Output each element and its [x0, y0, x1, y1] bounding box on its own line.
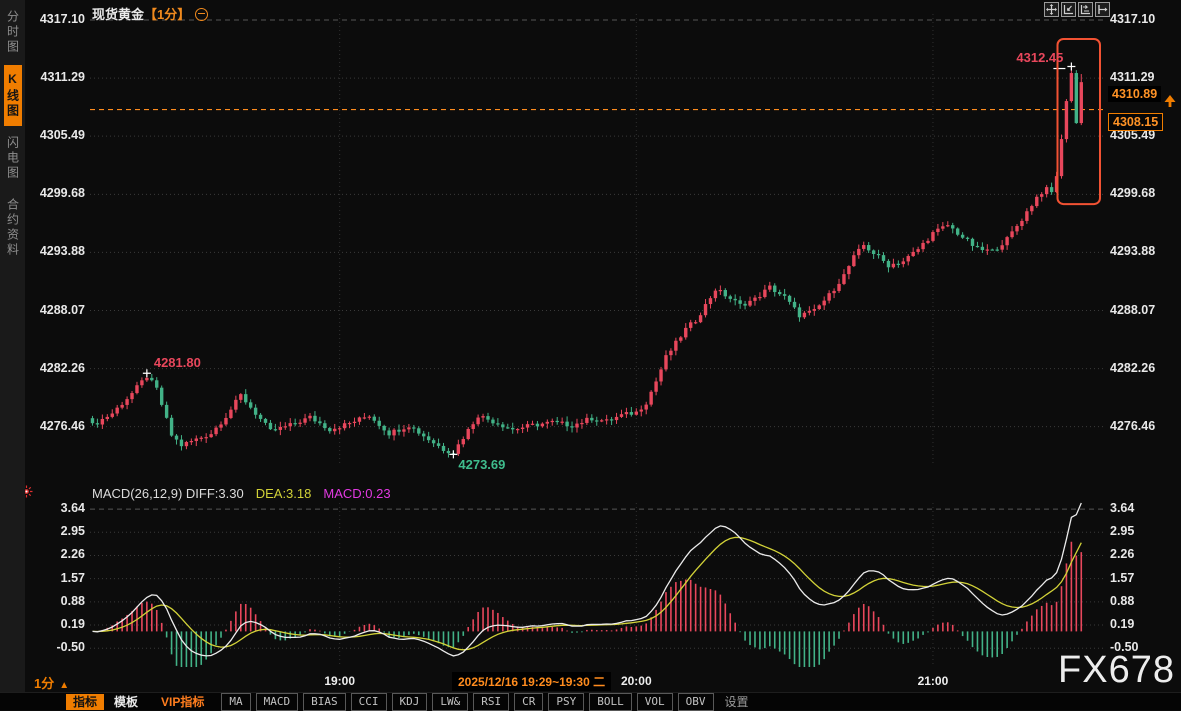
toolbar-item-LW&[interactable]: LW& [432, 693, 468, 711]
sidebar-item-闪电图[interactable]: 闪电图 [4, 129, 22, 188]
price-tick-left: 4299.68 [25, 186, 85, 200]
macd-hist-value: MACD:0.23 [323, 486, 390, 501]
price-tick-right: 4288.07 [1110, 303, 1155, 317]
sidebar-item-合约资料[interactable]: 合约资料 [4, 191, 22, 265]
jump-to-latest-icon[interactable] [1095, 2, 1110, 17]
toolbar-item-MACD[interactable]: MACD [256, 693, 299, 711]
macd-tick-right: 3.64 [1110, 501, 1134, 515]
toolbar-item-PSY[interactable]: PSY [548, 693, 584, 711]
time-tick: 21:00 [918, 674, 949, 688]
crosshair-time-tooltip: 2025/12/16 19:29~19:30 二 [452, 672, 611, 691]
macd-tick-right: 2.95 [1110, 524, 1134, 538]
toolbar-item-CCI[interactable]: CCI [351, 693, 387, 711]
move-icon[interactable] [1044, 2, 1059, 17]
price-marker-label: 4273.69 [458, 457, 505, 472]
toolbar-item-BOLL[interactable]: BOLL [589, 693, 632, 711]
price-tick-right: 4299.68 [1110, 186, 1155, 200]
triangle-up-icon: ▲ [59, 680, 69, 691]
price-up-arrow-icon [1164, 95, 1176, 113]
macd-tick-left: 0.88 [25, 594, 85, 608]
time-tick: 20:00 [621, 674, 652, 688]
price-tick-left: 4288.07 [25, 303, 85, 317]
price-tick-left: 4305.49 [25, 128, 85, 142]
interval-tag: 【1分】 [144, 7, 190, 22]
toolbar-item-CR[interactable]: CR [514, 693, 543, 711]
macd-tick-left: 2.26 [25, 547, 85, 561]
price-tick-left: 4293.88 [25, 244, 85, 258]
chart-type-sidebar: 分时图 K线图闪电图合约资料 [0, 0, 25, 692]
macd-tick-right: 0.88 [1110, 594, 1134, 608]
macd-dea-value: DEA:3.18 [256, 486, 312, 501]
sidebar-item-分时图[interactable]: 分时图 [4, 3, 22, 62]
trading-app-window: 分时图 K线图闪电图合约资料 现货黄金【1分】 4317.10 4317.10 431… [0, 0, 1181, 710]
chart-controls [1044, 2, 1110, 17]
price-tick-left: 4276.46 [25, 419, 85, 433]
price-tick-left: 4311.29 [25, 70, 85, 84]
circle-minus-icon[interactable] [195, 8, 208, 21]
last-price-badge: 4310.89 [1108, 86, 1161, 102]
prev-close-badge: 4308.15 [1108, 113, 1163, 131]
macd-legend: MACD(26,12,9) DIFF:3.30 DEA:3.18 MACD:0.23 [92, 486, 403, 501]
macd-tick-right: 1.57 [1110, 571, 1134, 585]
macd-tick-left: 0.19 [25, 617, 85, 631]
toolbar-item-KDJ[interactable]: KDJ [392, 693, 428, 711]
interval-selector-label: 1分 [34, 676, 54, 691]
macd-tick-left: -0.50 [25, 640, 85, 654]
indicator-toolbar: 指标模板 VIP指标 MA MACDBIAS CCI KDJLW&RSI CR PSY BOLL… [0, 692, 1181, 710]
macd-tick-right: 2.26 [1110, 547, 1134, 561]
price-tick-right: 4293.88 [1110, 244, 1155, 258]
toolbar-item-指标[interactable]: 指标 [66, 694, 104, 710]
toolbar-item-OBV[interactable]: OBV [678, 693, 714, 711]
symbol-name: 现货黄金 [92, 7, 144, 22]
price-tick-left: 4317.10 [25, 12, 85, 26]
price-tick-right: 4311.29 [1110, 70, 1155, 84]
price-tick-right: 4317.10 [1110, 12, 1155, 26]
forward-icon[interactable] [1078, 2, 1093, 17]
sidebar-item-K线图[interactable]: K线图 [4, 65, 22, 126]
fx678-watermark: FX678 [1058, 649, 1175, 692]
macd-tick-right: 0.19 [1110, 617, 1134, 631]
interval-selector[interactable]: 1分 ▲ [34, 673, 69, 692]
toolbar-item-设置[interactable]: 设置 [718, 694, 756, 710]
time-tick: 19:00 [324, 674, 355, 688]
macd-tick-left: 1.57 [25, 571, 85, 585]
toolbar-item-VIP指标[interactable]: VIP指标 [154, 694, 211, 710]
macd-tick-left: 2.95 [25, 524, 85, 538]
toolbar-item-BIAS[interactable]: BIAS [303, 693, 346, 711]
price-tick-left: 4282.26 [25, 361, 85, 375]
toolbar-item-VOL[interactable]: VOL [637, 693, 673, 711]
price-marker-label: 4281.80 [154, 355, 201, 370]
macd-params-diff: MACD(26,12,9) DIFF:3.30 [92, 486, 244, 501]
price-tick-right: 4276.46 [1110, 419, 1155, 433]
chart-title: 现货黄金【1分】 [92, 4, 208, 23]
price-marker-label: 4312.45 [1016, 50, 1063, 65]
toolbar-item-RSI[interactable]: RSI [473, 693, 509, 711]
zoom-area-icon[interactable] [1061, 2, 1076, 17]
toolbar-item-MA[interactable]: MA [221, 693, 250, 711]
macd-tick-left: 3.64 [25, 501, 85, 515]
price-tick-right: 4282.26 [1110, 361, 1155, 375]
toolbar-item-模板[interactable]: 模板 [107, 694, 145, 710]
